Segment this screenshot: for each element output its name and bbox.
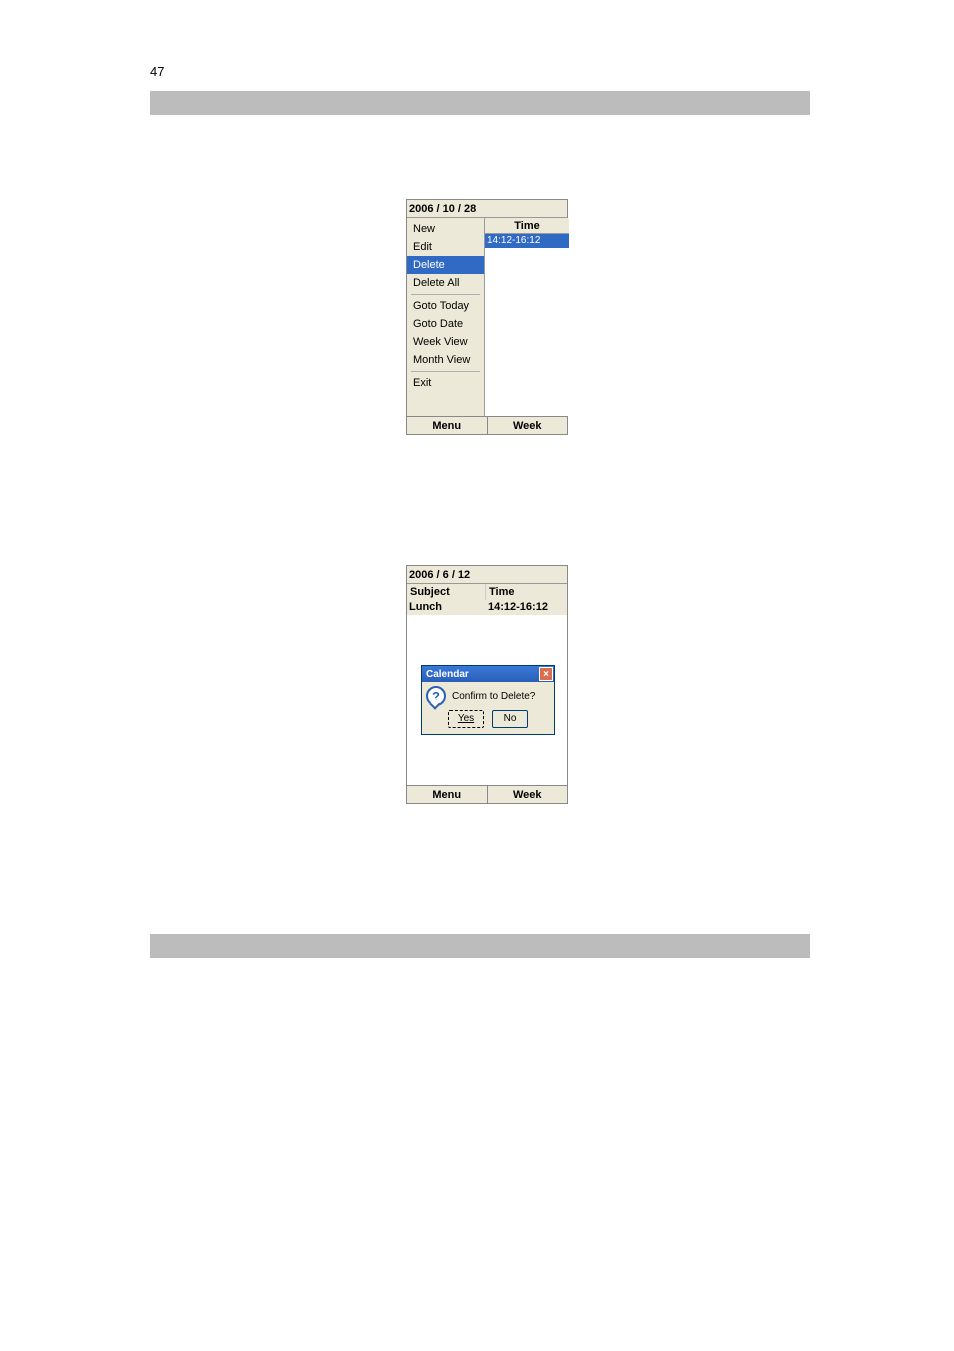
menu-item-goto-date[interactable]: Goto Date (407, 315, 484, 333)
menu-item-week-view[interactable]: Week View (407, 333, 484, 351)
date-title-1: 2006 / 10 / 28 (407, 200, 567, 218)
section-bar-top (150, 91, 810, 115)
page-number: 47 (150, 64, 164, 79)
context-menu: New Edit Delete Delete All Goto Today Go… (407, 218, 485, 416)
question-icon: ? (426, 686, 446, 706)
time-value: 14:12-16:12 (485, 234, 569, 248)
menu-item-month-view[interactable]: Month View (407, 351, 484, 369)
menu-item-edit[interactable]: Edit (407, 238, 484, 256)
menu-item-delete[interactable]: Delete (407, 256, 484, 274)
confirm-dialog: Calendar × ? Confirm to Delete? Yes No (421, 665, 555, 735)
dialog-message: Confirm to Delete? (452, 691, 535, 702)
softkey-menu-2[interactable]: Menu (407, 786, 488, 803)
menu-item-goto-today[interactable]: Goto Today (407, 297, 484, 315)
menu-item-new[interactable]: New (407, 220, 484, 238)
menu-separator (411, 294, 480, 295)
menu-item-delete-all[interactable]: Delete All (407, 274, 484, 292)
close-icon[interactable]: × (539, 667, 553, 681)
screenshot-confirm-dialog: 2006 / 6 / 12 Subject Time Lunch 14:12-1… (406, 565, 568, 804)
date-title-2: 2006 / 6 / 12 (407, 566, 567, 584)
section-bar-bottom (150, 934, 810, 958)
column-header-time: Time (485, 584, 567, 600)
menu-item-exit[interactable]: Exit (407, 374, 484, 392)
softkey-week-1[interactable]: Week (488, 417, 568, 434)
row-time: 14:12-16:12 (485, 600, 567, 615)
no-button[interactable]: No (492, 710, 528, 728)
row-subject: Lunch (407, 600, 485, 615)
menu-separator-2 (411, 371, 480, 372)
time-header: Time (485, 218, 569, 234)
column-header-subject: Subject (407, 584, 485, 600)
screenshot-menu-open: 2006 / 10 / 28 New Edit Delete Delete Al… (406, 199, 568, 435)
dialog-title-text: Calendar (426, 669, 469, 680)
time-column: Time 14:12-16:12 (485, 218, 569, 416)
softkey-menu-1[interactable]: Menu (407, 417, 488, 434)
yes-button[interactable]: Yes (448, 710, 484, 728)
softkey-week-2[interactable]: Week (488, 786, 568, 803)
